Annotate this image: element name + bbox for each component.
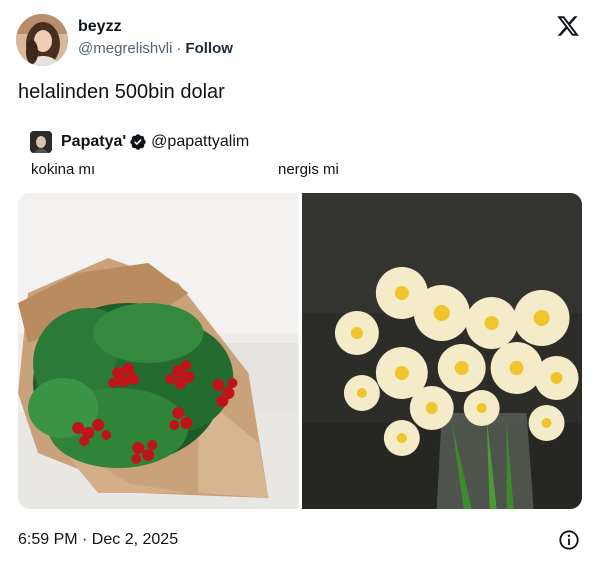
author-handle-line: @megrelishvli · Follow [78, 39, 233, 59]
author-display-name[interactable]: beyzz [78, 17, 233, 37]
quote-tweet-header[interactable]: Papatya' @papattyalim [30, 130, 249, 154]
tweet-timestamp[interactable]: 6:59 PM · Dec 2, 2025 [18, 529, 582, 551]
info-icon[interactable] [558, 529, 580, 551]
x-logo-icon[interactable] [556, 14, 580, 38]
follow-button[interactable]: Follow [185, 40, 233, 57]
quote-caption-left: kokina mı [31, 161, 96, 178]
kokina-bouquet-photo[interactable] [18, 193, 299, 509]
author-handle[interactable]: @megrelishvli [78, 40, 172, 57]
quote-author-avatar[interactable] [30, 131, 52, 153]
tweet-footer: 6:59 PM · Dec 2, 2025 [18, 529, 582, 553]
author-info: beyzz @megrelishvli · Follow [78, 17, 233, 59]
separator-dot: · [176, 40, 182, 57]
tweet-header: beyzz @megrelishvli · Follow [16, 12, 584, 68]
verified-badge-icon [130, 134, 146, 150]
daffodil-vase-photo[interactable] [301, 193, 582, 509]
quote-author-name[interactable]: Papatya' [61, 133, 126, 151]
quote-author-handle[interactable]: @papattyalim [151, 133, 249, 151]
quote-caption-right: nergis mi [278, 161, 339, 178]
tweet-text: helalinden 500bin dolar [18, 81, 225, 103]
quote-photo-grid [18, 193, 582, 509]
author-avatar[interactable] [16, 14, 68, 66]
